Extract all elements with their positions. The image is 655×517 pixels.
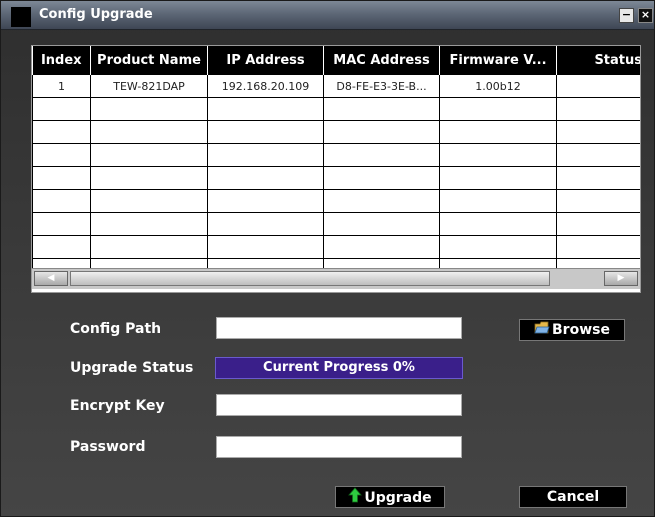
cell-mac-address [323, 143, 440, 167]
cell-index: 1 [32, 75, 91, 98]
cell-mac-address: D8-FE-E3-3E-B... [323, 75, 440, 98]
table-row-empty[interactable] [32, 97, 640, 121]
cell-index [32, 120, 91, 144]
cell-mac-address [323, 235, 440, 259]
minimize-button[interactable]: − [619, 8, 634, 23]
cell-status [556, 143, 640, 167]
window-title: Config Upgrade [39, 7, 153, 22]
cell-mac-address [323, 212, 440, 236]
cell-firmware-version [439, 235, 557, 259]
cell-firmware-version [439, 212, 557, 236]
cell-ip-address [207, 120, 324, 144]
up-arrow-icon [348, 487, 363, 509]
cell-status [556, 166, 640, 190]
cell-mac-address [323, 120, 440, 144]
table-row-empty[interactable] [32, 212, 640, 236]
cell-mac-address [323, 166, 440, 190]
cell-ip-address [207, 212, 324, 236]
cell-product-name [90, 143, 208, 167]
cancel-button[interactable]: Cancel [519, 486, 627, 508]
cell-firmware-version [439, 143, 557, 167]
cell-status [556, 75, 640, 98]
cell-firmware-version [439, 97, 557, 121]
title-bar[interactable]: Config Upgrade − × [1, 1, 654, 30]
cell-ip-address [207, 97, 324, 121]
upgrade-button[interactable]: Upgrade [335, 486, 445, 508]
cell-mac-address [323, 97, 440, 121]
table-row-empty[interactable] [32, 120, 640, 144]
cell-status [556, 97, 640, 121]
device-table: Index Product Name IP Address MAC Addres… [31, 45, 641, 293]
cell-firmware-version [439, 166, 557, 190]
table-row[interactable]: 1 TEW-821DAP 192.168.20.109 D8-FE-E3-3E-… [32, 75, 640, 98]
column-header-status[interactable]: Status [556, 46, 640, 75]
cell-index [32, 143, 91, 167]
config-upgrade-window: Config Upgrade − × Index Product Name IP… [0, 0, 655, 517]
cell-ip-address [207, 166, 324, 190]
cell-firmware-version: 1.00b12 [439, 75, 557, 98]
password-label: Password [70, 439, 146, 455]
cell-product-name [90, 166, 208, 190]
column-header-index[interactable]: Index [32, 46, 91, 75]
scrollbar-thumb[interactable] [70, 271, 550, 286]
upgrade-label: Upgrade [364, 490, 432, 506]
scroll-left-arrow-icon[interactable]: ◀ [34, 271, 68, 286]
column-header-firmware-version[interactable]: Firmware V... [439, 46, 557, 75]
table-row-empty[interactable] [32, 189, 640, 213]
table-row-empty[interactable] [32, 143, 640, 167]
browse-label: Browse [552, 322, 610, 338]
cell-ip-address [207, 235, 324, 259]
table-row-empty[interactable] [32, 235, 640, 259]
browse-button[interactable]: Browse [519, 319, 625, 341]
upgrade-progress-bar: Current Progress 0% [215, 357, 463, 379]
column-header-product-name[interactable]: Product Name [90, 46, 208, 75]
column-header-ip-address[interactable]: IP Address [207, 46, 324, 75]
folder-icon [534, 320, 550, 340]
cell-ip-address [207, 189, 324, 213]
cell-index [32, 212, 91, 236]
cell-ip-address: 192.168.20.109 [207, 75, 324, 98]
cell-firmware-version [439, 189, 557, 213]
cell-index [32, 97, 91, 121]
cell-product-name [90, 212, 208, 236]
cell-status [556, 235, 640, 259]
table-row-empty[interactable] [32, 166, 640, 190]
close-button[interactable]: × [638, 8, 653, 23]
cell-index [32, 189, 91, 213]
cell-ip-address [207, 143, 324, 167]
cell-product-name [90, 120, 208, 144]
window-icon [11, 7, 31, 27]
password-input[interactable] [216, 436, 462, 458]
table-header: Index Product Name IP Address MAC Addres… [32, 46, 640, 75]
cell-index [32, 166, 91, 190]
cell-status [556, 120, 640, 144]
cell-mac-address [323, 189, 440, 213]
upgrade-status-label: Upgrade Status [70, 360, 194, 376]
cell-index [32, 235, 91, 259]
config-path-input[interactable] [216, 317, 462, 339]
horizontal-scrollbar[interactable]: ◀ ▶ [32, 268, 640, 289]
scroll-right-arrow-icon[interactable]: ▶ [604, 271, 638, 286]
cell-firmware-version [439, 120, 557, 144]
encrypt-key-input[interactable] [216, 394, 462, 416]
cell-product-name: TEW-821DAP [90, 75, 208, 98]
config-path-label: Config Path [70, 321, 162, 337]
column-header-mac-address[interactable]: MAC Address [323, 46, 440, 75]
cell-product-name [90, 97, 208, 121]
cell-product-name [90, 189, 208, 213]
cell-status [556, 189, 640, 213]
cell-product-name [90, 235, 208, 259]
cell-status [556, 212, 640, 236]
encrypt-key-label: Encrypt Key [70, 398, 165, 414]
